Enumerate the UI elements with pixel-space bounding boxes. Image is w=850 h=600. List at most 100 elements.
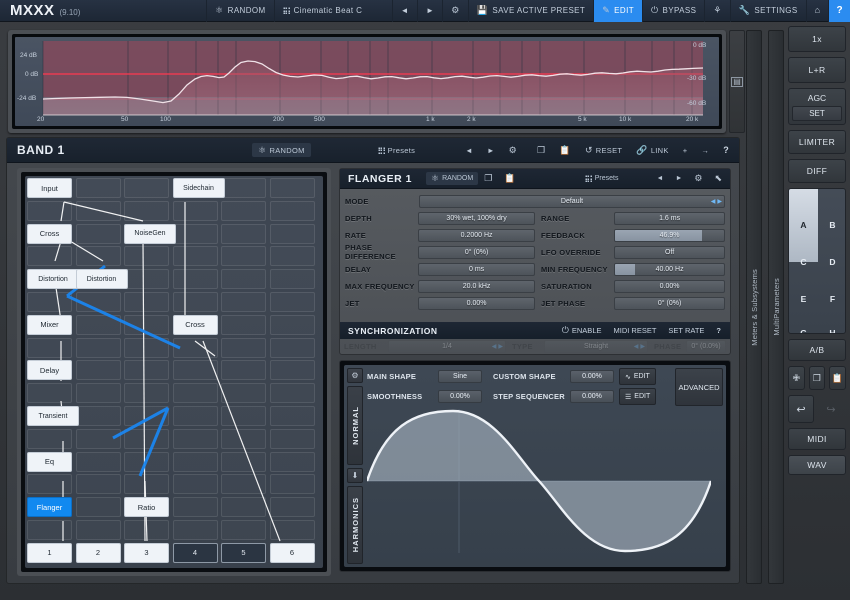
spectrum-graph[interactable]: 24 dB 0 dB -24 dB 0 dB -30 dB -60 dB 20 … bbox=[15, 37, 719, 126]
custom-shape-value[interactable]: 0.00% bbox=[570, 370, 614, 383]
midi-learn-button[interactable]: ⚘ bbox=[704, 0, 729, 22]
wav-button[interactable]: WAV bbox=[788, 455, 846, 475]
sync-enable-button[interactable]: ⏻ ENABLE bbox=[556, 322, 608, 339]
slot-h[interactable]: H bbox=[818, 315, 846, 334]
tab-harmonics[interactable]: HARMONICS bbox=[347, 486, 363, 565]
band-gear-button[interactable]: ⚙ bbox=[502, 138, 524, 163]
sidebar-tab-meters[interactable]: Meters & Subsystems bbox=[746, 30, 762, 584]
routing-node[interactable]: Cross bbox=[27, 224, 72, 244]
routing-output-slot[interactable]: 6 bbox=[270, 543, 315, 563]
oversampling-button[interactable]: 1x bbox=[788, 26, 846, 52]
band-random-button[interactable]: ⚛ RANDOM bbox=[252, 143, 311, 157]
undo-button[interactable]: ↩ bbox=[788, 395, 814, 423]
routing-node[interactable]: Distortion bbox=[27, 269, 79, 289]
band-link-button[interactable]: 🔗 LINK bbox=[629, 138, 675, 163]
analyzer-options-button[interactable]: ▤ bbox=[729, 30, 745, 133]
flanger-random-button[interactable]: ⚛ RANDOM bbox=[426, 172, 478, 185]
sync-length-value[interactable]: 1/4 ◀▶ bbox=[388, 340, 506, 353]
slot-a[interactable]: A bbox=[789, 207, 818, 244]
routing-output-slot[interactable]: 4 bbox=[173, 543, 218, 563]
agc-set-button[interactable]: SET bbox=[792, 106, 842, 121]
slot-e[interactable]: E bbox=[789, 281, 818, 318]
flanger-copy-button[interactable]: ❐ bbox=[478, 169, 498, 189]
slot-d[interactable]: D bbox=[818, 244, 846, 281]
diff-button[interactable]: DIFF bbox=[788, 159, 846, 183]
sync-help-button[interactable]: ? bbox=[710, 322, 730, 339]
limiter-button[interactable]: LIMITER bbox=[788, 130, 846, 154]
step-sequencer-value[interactable]: 0.00% bbox=[570, 390, 614, 403]
param-value[interactable]: 0° (0%) bbox=[418, 246, 535, 259]
band-reset-button[interactable]: ↺ RESET bbox=[578, 138, 629, 163]
param-value[interactable]: 0° (0%) bbox=[614, 297, 725, 310]
param-value[interactable]: Off bbox=[614, 246, 725, 259]
flanger-expand-button[interactable]: ⬉ bbox=[708, 169, 730, 189]
preset-prev-button[interactable]: ◄ bbox=[392, 0, 417, 22]
sidebar-tab-multiparameters[interactable]: MultiParameters bbox=[768, 30, 784, 584]
redo-button[interactable]: ↪ bbox=[818, 395, 844, 423]
midi-button[interactable]: MIDI bbox=[788, 428, 846, 450]
shuffle-button[interactable]: ✙ bbox=[788, 366, 805, 390]
save-active-preset-button[interactable]: 💾 SAVE ACTIVE PRESET bbox=[468, 0, 593, 22]
bypass-button[interactable]: ⏻ BYPASS bbox=[642, 0, 704, 22]
slot-paste-button[interactable]: 📋 bbox=[829, 366, 846, 390]
routing-node[interactable]: Input bbox=[27, 178, 72, 198]
routing-node[interactable]: Ratio bbox=[124, 497, 169, 517]
param-value[interactable]: 1.6 ms bbox=[614, 212, 725, 225]
advanced-button[interactable]: ADVANCED bbox=[675, 368, 723, 406]
sync-type-arrows[interactable]: ◀▶ bbox=[634, 341, 645, 352]
routing-grid[interactable]: Input Sidechain Cross NoiseGen DistortionDis… bbox=[25, 176, 323, 568]
step-sequencer-edit-button[interactable]: ☰ EDIT bbox=[619, 388, 656, 405]
param-value[interactable]: 0.2000 Hz bbox=[418, 229, 535, 242]
param-value[interactable]: 20.0 kHz bbox=[418, 280, 535, 293]
sync-midi-reset-button[interactable]: MIDI RESET bbox=[608, 322, 663, 339]
routing-node[interactable]: Distortion bbox=[76, 269, 128, 289]
agc-label[interactable]: AGC bbox=[792, 92, 842, 106]
preset-gear-button[interactable]: ⚙ bbox=[442, 0, 467, 22]
sync-type-value[interactable]: Straight ◀▶ bbox=[544, 340, 648, 353]
flanger-preset-prev-button[interactable]: ◄ bbox=[651, 169, 670, 189]
routing-node[interactable]: NoiseGen bbox=[124, 224, 176, 244]
lfo-gear-button[interactable]: ⚙ bbox=[347, 368, 363, 383]
sync-set-rate-button[interactable]: SET RATE bbox=[662, 322, 710, 339]
flanger-presets-button[interactable]: Presets bbox=[579, 169, 625, 189]
band-move-button[interactable]: → bbox=[694, 138, 716, 163]
param-value[interactable]: 40.00 Hz bbox=[614, 263, 725, 276]
flanger-preset-next-button[interactable]: ► bbox=[669, 169, 688, 189]
sync-phase-value[interactable]: 0° (0.0%) bbox=[686, 340, 726, 353]
band-preset-next-button[interactable]: ► bbox=[480, 138, 502, 163]
routing-node[interactable]: Transient bbox=[27, 406, 79, 426]
band-help-button[interactable]: ? bbox=[716, 138, 739, 163]
settings-button[interactable]: 🔧 SETTINGS bbox=[730, 0, 806, 22]
lfo-download-button[interactable]: ⬇ bbox=[347, 468, 363, 483]
preset-selector[interactable]: Cinematic Beat C bbox=[274, 0, 392, 22]
mode-value[interactable]: Default ◀▶ bbox=[419, 195, 725, 208]
slot-g[interactable]: G bbox=[789, 315, 818, 334]
preset-slot-grid[interactable]: A B C D E F G H bbox=[788, 188, 846, 334]
routing-output-slot[interactable]: 2 bbox=[76, 543, 121, 563]
tab-normal[interactable]: NORMAL bbox=[347, 386, 363, 465]
preset-next-button[interactable]: ► bbox=[417, 0, 442, 22]
custom-shape-edit-button[interactable]: ∿ EDIT bbox=[619, 368, 656, 385]
routing-node[interactable]: Delay bbox=[27, 360, 72, 380]
band-copy-button[interactable]: ❐ bbox=[530, 138, 552, 163]
home-button[interactable]: ⌂ bbox=[806, 0, 829, 22]
slot-c[interactable]: C bbox=[789, 244, 818, 281]
routing-output-slot[interactable]: 5 bbox=[221, 543, 266, 563]
param-value[interactable]: 0 ms bbox=[418, 263, 535, 276]
routing-node[interactable]: Eq bbox=[27, 452, 72, 472]
band-paste-button[interactable]: 📋 bbox=[552, 138, 578, 163]
routing-output-slot[interactable]: 1 bbox=[27, 543, 72, 563]
ab-compare-button[interactable]: A/B bbox=[788, 339, 846, 361]
param-value[interactable]: 0.00% bbox=[614, 280, 725, 293]
sync-length-arrows[interactable]: ◀▶ bbox=[492, 341, 503, 352]
channel-mode-button[interactable]: L+R bbox=[788, 57, 846, 83]
slot-b[interactable]: B bbox=[818, 207, 846, 244]
mode-arrows[interactable]: ◀▶ bbox=[711, 196, 722, 207]
smoothness-value[interactable]: 0.00% bbox=[438, 390, 482, 403]
routing-node[interactable]: Sidechain bbox=[173, 178, 225, 198]
routing-output-slot[interactable]: 3 bbox=[124, 543, 169, 563]
band-presets-button[interactable]: Presets bbox=[371, 138, 423, 163]
slot-copy-button[interactable]: ❐ bbox=[809, 366, 826, 390]
param-value[interactable]: 0.00% bbox=[418, 297, 535, 310]
help-button[interactable]: ? bbox=[828, 0, 850, 22]
